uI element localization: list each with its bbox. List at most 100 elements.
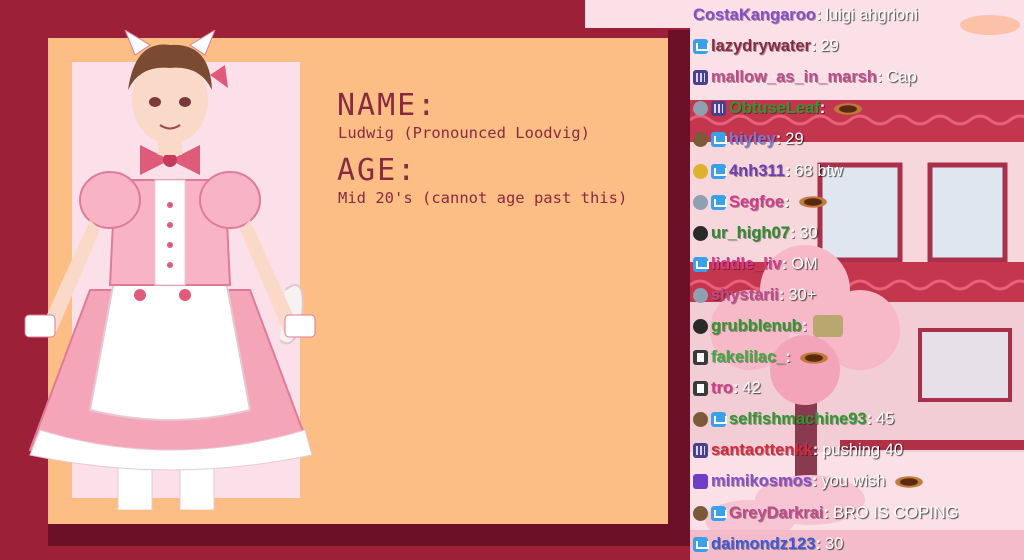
- chat-emote-icon: [796, 350, 831, 365]
- chat-separator: :: [812, 441, 819, 460]
- crown-badge-icon: [711, 163, 727, 179]
- chat-message: grubblenub:: [690, 311, 1024, 342]
- chat-message: GreyDarkrai: BRO IS COPING: [690, 498, 1024, 529]
- emote-light-badge-icon: [693, 194, 708, 210]
- chat-separator: :: [811, 472, 818, 491]
- name-label: NAME:: [337, 88, 438, 123]
- chat-text: BRO IS COPING: [832, 503, 959, 522]
- chat-message: ur_high07:30: [690, 218, 1024, 249]
- chat-message: 4nh311:68 btw: [690, 155, 1024, 186]
- chat-username[interactable]: tro: [711, 379, 733, 398]
- chat-text: Cap: [886, 68, 917, 87]
- emote-dark-badge-icon: [693, 225, 708, 241]
- chat-emote-icon: [813, 315, 844, 338]
- chat-username[interactable]: fakelilac_: [711, 348, 785, 367]
- chat-message: tro:42: [690, 373, 1024, 404]
- chat-message-list[interactable]: CostaKangaroo: luigi ahgrioni lazydrywater…: [690, 0, 1024, 560]
- chat-message: santaottenkk: pushing 40: [690, 435, 1024, 466]
- emote-badge-icon: [693, 412, 708, 428]
- chat-overlay: CostaKangaroo: luigi ahgrioni lazydrywater…: [690, 0, 1024, 560]
- chat-text: pushing 40: [822, 441, 904, 460]
- chat-separator: :: [801, 316, 808, 335]
- chat-username[interactable]: CostaKangaroo: [693, 6, 816, 25]
- chat-separator: :: [785, 348, 791, 367]
- top-strip: [585, 0, 690, 28]
- chat-text: 29: [785, 130, 804, 149]
- chat-username[interactable]: mimikosmos: [711, 472, 812, 491]
- month-badge-icon: [693, 443, 708, 459]
- chat-separator: :: [781, 254, 788, 273]
- chat-text: 30: [799, 223, 818, 242]
- chat-username[interactable]: daimondz123: [711, 535, 816, 554]
- emote-dark-badge-icon: [693, 318, 708, 334]
- chat-separator: :: [877, 68, 883, 87]
- crown-badge-icon: [693, 536, 709, 552]
- chat-message: hiyley:29: [690, 124, 1024, 155]
- chat-separator: :: [819, 99, 826, 118]
- card-shadow-bottom: [48, 524, 690, 546]
- chat-separator: :: [784, 192, 790, 211]
- chat-text: 30+: [788, 285, 817, 304]
- chat-username[interactable]: ur_high07: [711, 224, 790, 243]
- chat-username[interactable]: grubblenub: [711, 317, 802, 336]
- chat-separator: :: [775, 130, 782, 149]
- chat-text: 42: [742, 379, 761, 398]
- chat-separator: :: [789, 223, 796, 242]
- chat-message: lazydrywater:29: [690, 31, 1024, 62]
- emote-light-badge-icon: [693, 287, 708, 303]
- chat-text: you wish: [821, 472, 886, 491]
- crown-badge-icon: [711, 194, 727, 210]
- chat-text: 29: [820, 37, 839, 56]
- gold-badge-icon: [693, 163, 708, 179]
- chat-message: mallow_as_in_marsh: Cap: [690, 62, 1024, 93]
- chat-username[interactable]: GreyDarkrai: [729, 504, 823, 523]
- chat-message: ObtuseLeaf:: [690, 93, 1024, 124]
- chat-message: fakelilac_:: [690, 342, 1024, 373]
- chat-username[interactable]: liddle_liv: [711, 255, 782, 274]
- crown-badge-icon: [711, 412, 727, 428]
- maid-character-illustration: [24, 30, 316, 510]
- chat-username[interactable]: mallow_as_in_marsh: [711, 68, 877, 87]
- emote-badge-icon: [693, 132, 708, 148]
- chat-text: 45: [876, 410, 895, 429]
- crown-badge-icon: [711, 505, 727, 521]
- chat-text: 68 btw: [794, 161, 844, 180]
- chat-emote-icon: [795, 195, 830, 210]
- chat-separator: :: [823, 503, 829, 522]
- chat-message: selfishmachine93:45: [690, 404, 1024, 435]
- chat-separator: :: [778, 285, 785, 304]
- emote-badge-icon: [693, 505, 708, 521]
- stream-scene: NAME: Ludwig (Pronounced Loodvig) AGE: M…: [0, 0, 690, 560]
- month-badge-icon: [693, 70, 708, 86]
- chat-message: CostaKangaroo: luigi ahgrioni: [690, 0, 1024, 31]
- glitch-badge-icon: [693, 350, 708, 366]
- prime-badge-icon: [693, 474, 708, 490]
- chat-username[interactable]: selfishmachine93: [729, 410, 867, 429]
- card-shadow-right: [668, 30, 690, 530]
- crown-badge-icon: [693, 39, 709, 55]
- emote-light-badge-icon: [693, 101, 708, 117]
- chat-emote-icon: [891, 474, 926, 489]
- chat-message: mimikosmos: you wish: [690, 466, 1024, 497]
- chat-emote-icon: [831, 101, 866, 116]
- crown-badge-icon: [711, 132, 727, 148]
- chat-username[interactable]: 4nh311: [729, 162, 785, 181]
- chat-separator: :: [815, 534, 822, 553]
- chat-message: liddle_liv: OM: [690, 249, 1024, 280]
- chat-username[interactable]: Segfoe: [729, 193, 784, 212]
- chat-text: 30: [825, 534, 844, 553]
- chat-separator: :: [815, 6, 822, 25]
- chat-username[interactable]: shystarii: [711, 286, 779, 305]
- chat-username[interactable]: hiyley: [729, 130, 776, 149]
- name-value: Ludwig (Pronounced Loodvig): [338, 124, 590, 142]
- chat-username[interactable]: ObtuseLeaf: [729, 99, 820, 118]
- chat-username[interactable]: lazydrywater: [711, 37, 811, 56]
- chat-separator: :: [733, 379, 739, 398]
- chat-separator: :: [810, 37, 817, 56]
- chat-separator: :: [784, 161, 791, 180]
- crown-badge-icon: [693, 256, 709, 272]
- chat-username[interactable]: santaottenkk: [711, 441, 813, 460]
- chat-message: shystarii:30+: [690, 280, 1024, 311]
- age-value: Mid 20's (cannot age past this): [338, 189, 628, 207]
- age-label: AGE:: [337, 153, 418, 188]
